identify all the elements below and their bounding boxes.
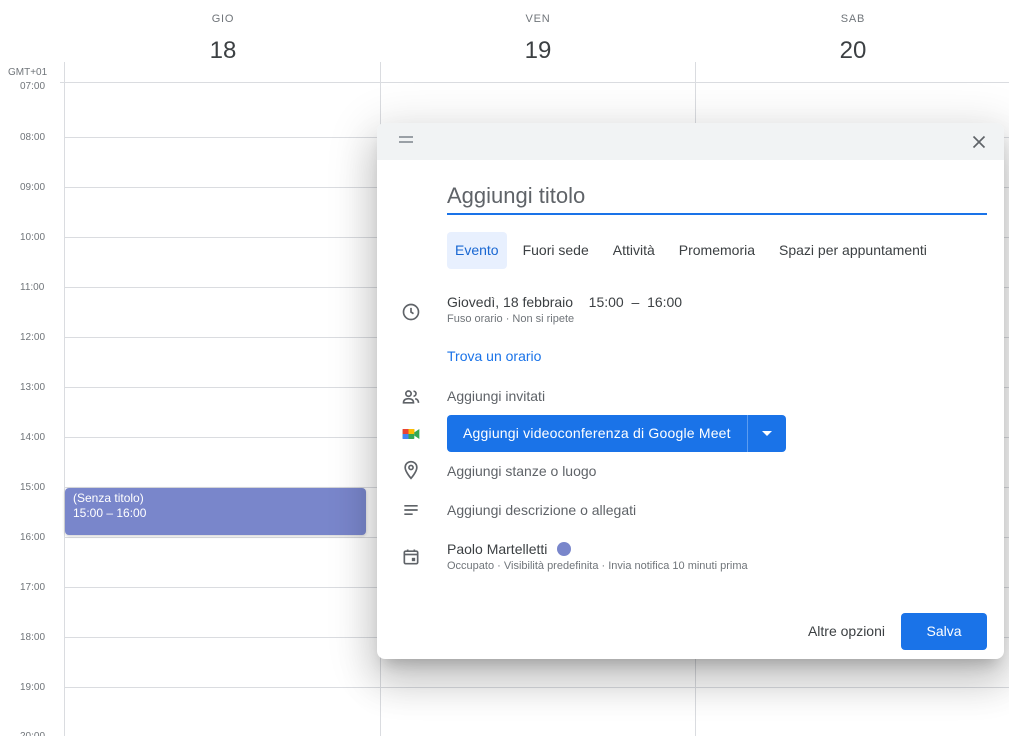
drag-handle-icon[interactable]	[399, 136, 413, 146]
hour-label: 12:00	[20, 332, 46, 343]
day-name: VEN	[525, 13, 551, 25]
event-create-dialog: Evento Fuori sede Attività Promemoria Sp…	[377, 123, 1004, 659]
caret-down-icon	[761, 430, 772, 436]
add-google-meet-button[interactable]: Aggiungi videoconferenza di Google Meet	[447, 415, 747, 452]
close-icon[interactable]	[968, 131, 990, 153]
calendar-owner-row[interactable]: Paolo Martelletti Occupato · Visibilità …	[447, 541, 748, 572]
owner-subtext: Occupato · Visibilità predefinita · Invi…	[447, 560, 748, 572]
owner-name: Paolo Martelletti	[447, 541, 548, 557]
time-separator: –	[631, 294, 640, 310]
meet-dropdown-button[interactable]	[747, 415, 786, 452]
add-description-field[interactable]: Aggiungi descrizione o allegati	[447, 502, 636, 518]
day-number[interactable]: 18	[163, 37, 283, 65]
tab-out-of-office[interactable]: Fuori sede	[515, 232, 597, 269]
hour-label: 13:00	[20, 382, 46, 393]
day-name: GIO	[211, 13, 235, 25]
google-meet-icon	[401, 424, 421, 444]
hour-label: 18:00	[20, 632, 46, 643]
day-number[interactable]: 20	[793, 37, 913, 65]
tab-appointment-slots[interactable]: Spazi per appuntamenti	[771, 232, 935, 269]
event-start-time[interactable]: 15:00	[589, 294, 624, 310]
event-date[interactable]: Giovedì, 18 febbraio	[447, 294, 573, 310]
tab-reminder[interactable]: Promemoria	[671, 232, 763, 269]
tab-event[interactable]: Evento	[447, 232, 507, 269]
find-time-link[interactable]: Trova un orario	[447, 348, 541, 364]
dialog-drag-bar[interactable]	[377, 123, 1004, 160]
calendar-event[interactable]: (Senza titolo) 15:00 – 16:00	[65, 488, 366, 535]
day-name: SAB	[840, 13, 866, 25]
hour-label: 08:00	[20, 132, 46, 143]
add-guests-field[interactable]: Aggiungi invitati	[447, 388, 545, 404]
hour-label: 14:00	[20, 432, 46, 443]
event-time: 15:00 – 16:00	[73, 506, 147, 520]
hour-label: 09:00	[20, 182, 46, 193]
event-end-time[interactable]: 16:00	[647, 294, 682, 310]
event-title: (Senza titolo)	[73, 491, 144, 505]
people-icon	[401, 387, 421, 407]
grid-separator	[64, 62, 65, 736]
hour-label: 19:00	[20, 682, 46, 693]
description-icon	[401, 500, 421, 520]
more-options-button[interactable]: Altre opzioni	[806, 613, 887, 650]
datetime-subtext[interactable]: Fuso orario · Non si ripete	[447, 313, 682, 325]
day-header-thu[interactable]: GIO 18	[163, 0, 283, 65]
hour-label: 11:00	[20, 282, 45, 293]
calendar-color-dot[interactable]	[557, 542, 572, 556]
google-meet-button-group: Aggiungi videoconferenza di Google Meet	[447, 415, 786, 452]
clock-icon	[401, 302, 421, 322]
hour-label: 15:00	[20, 482, 46, 493]
tab-task[interactable]: Attività	[605, 232, 663, 269]
save-button[interactable]: Salva	[901, 613, 987, 650]
add-location-field[interactable]: Aggiungi stanze o luogo	[447, 463, 596, 479]
location-pin-icon	[401, 460, 421, 480]
day-number[interactable]: 19	[478, 37, 598, 65]
hour-label: 07:00	[20, 82, 46, 92]
hour-label: 20:00	[20, 731, 60, 736]
hour-label: 16:00	[20, 532, 46, 543]
timezone-label: GMT+01	[8, 67, 48, 78]
day-header-sat[interactable]: SAB 20	[793, 0, 913, 65]
title-input[interactable]	[447, 183, 987, 215]
hour-label: 10:00	[20, 232, 46, 243]
day-header-fri[interactable]: VEN 19	[478, 0, 598, 65]
grid-top-line	[60, 82, 1009, 83]
hour-line	[64, 687, 1009, 688]
event-type-tabs: Evento Fuori sede Attività Promemoria Sp…	[447, 232, 943, 269]
datetime-row[interactable]: Giovedì, 18 febbraio 15:00 – 16:00 Fuso …	[447, 294, 682, 325]
calendar-icon	[401, 547, 421, 567]
hour-label: 17:00	[20, 582, 46, 593]
